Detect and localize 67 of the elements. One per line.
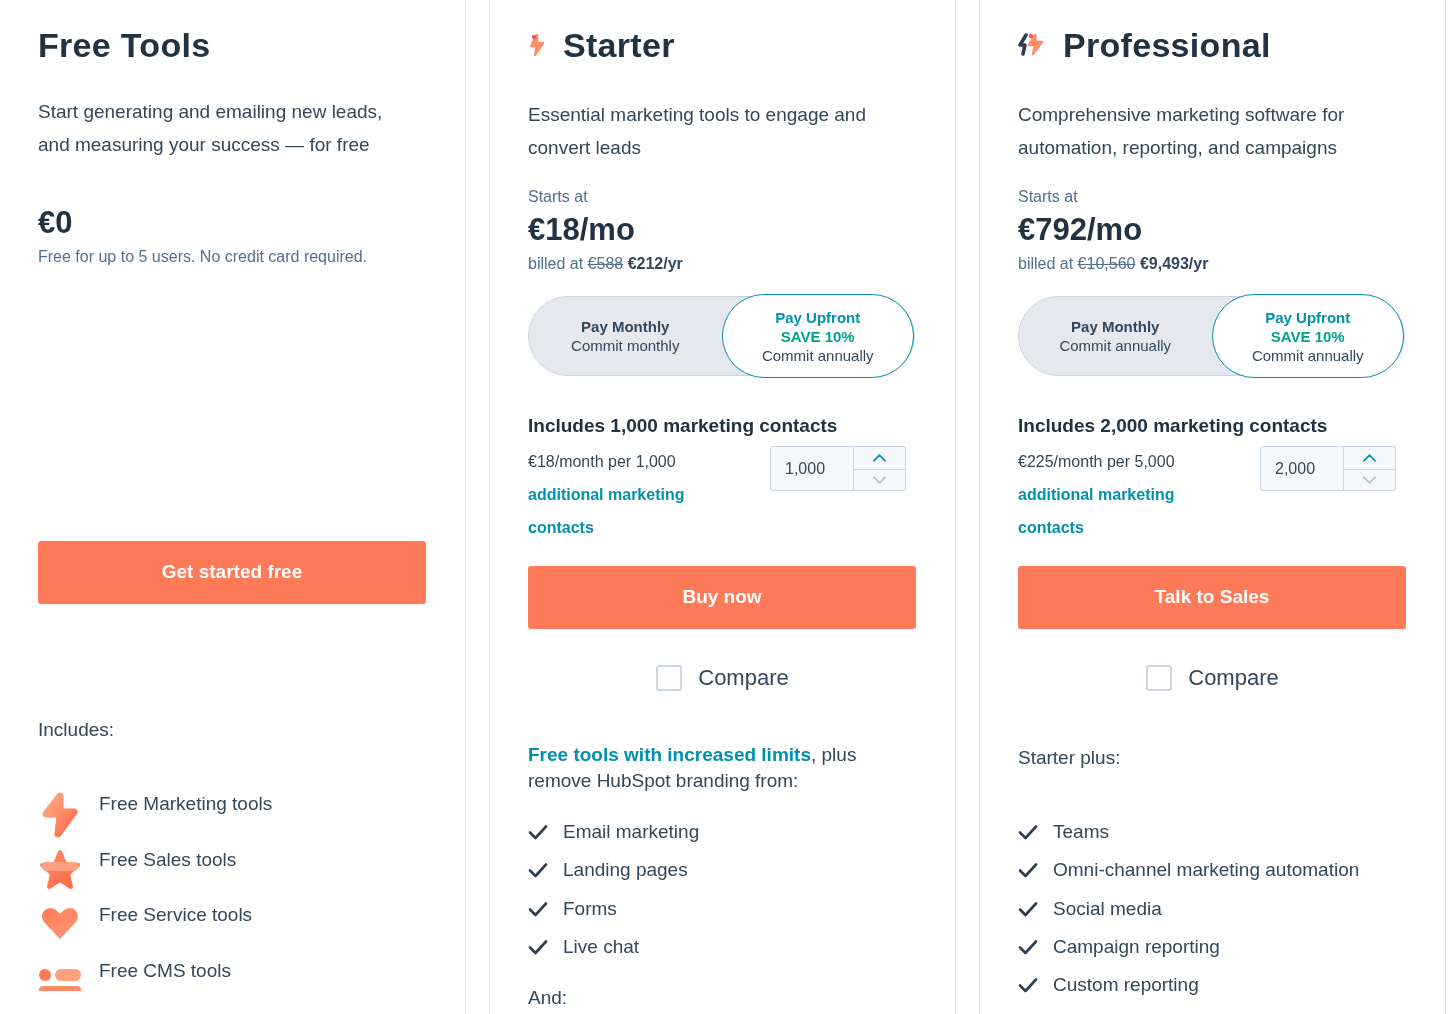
contacts-link[interactable]: additional marketing contacts [528, 478, 743, 544]
check-icon [528, 900, 548, 917]
starts-at-label: Starts at [1018, 188, 1078, 205]
sprocket-pair-icon [1018, 33, 1046, 57]
plan-description: Comprehensive marketing software for automation, reporting, and campaigns [1018, 103, 1346, 160]
feature-item: Landing pages [563, 858, 688, 883]
plan-description: Essential marketing tools to engage and convert leads [528, 103, 867, 160]
check-icon [1018, 977, 1038, 994]
contacts-input[interactable]: 1,000 [770, 446, 854, 491]
feature-item: Free Sales tools [99, 847, 237, 872]
feature-item: Free Service tools [99, 903, 253, 927]
check-icon [1018, 900, 1038, 917]
contacts-rate: €18/month per 1,000 [528, 452, 676, 472]
plan-price: €0 [38, 203, 73, 242]
check-icon [528, 824, 548, 841]
features-heading: Starter plus: [1018, 746, 1122, 770]
contacts-heading: Includes 2,000 marketing contacts [1018, 414, 1329, 438]
feature-item: Campaign reporting [1053, 935, 1220, 960]
billing-option[interactable]: Pay Upfront SAVE 10% Commit annually [721, 294, 914, 378]
price-note: Free for up to 5 users. No credit card required. [38, 247, 368, 265]
starts-at-label: Starts at [528, 188, 588, 205]
chevron-up-icon [873, 454, 886, 462]
features-footer: And: [528, 986, 917, 1011]
feature-item: Free CMS tools [99, 958, 231, 983]
billing-note: billed at €588 €212/yr [528, 254, 683, 274]
star-icon [38, 847, 82, 892]
shapes-icon [38, 966, 82, 991]
features-heading: Includes: [38, 718, 116, 742]
plan-description: Start generating and emailing new leads, and measuring your success — for free [38, 99, 384, 157]
compare-label[interactable]: Compare [698, 665, 789, 691]
limits-link[interactable]: Free tools with increased limits [528, 744, 811, 765]
feature-item: Omni-channel marketing automation [1053, 858, 1360, 883]
chevron-up-icon [1363, 454, 1376, 462]
sprocket-icon [528, 34, 546, 56]
billing-option[interactable]: Pay Monthly Commit annually [1019, 294, 1212, 378]
check-icon [528, 939, 548, 956]
billing-option[interactable]: Pay Monthly Commit monthly [529, 294, 722, 378]
compare-checkbox[interactable] [1146, 665, 1173, 691]
chevron-down-icon [1363, 476, 1376, 484]
increment-button[interactable] [1344, 446, 1396, 469]
increment-button[interactable] [854, 446, 906, 469]
feature-item: Teams [1053, 820, 1109, 845]
check-icon [528, 862, 548, 879]
check-icon [1018, 824, 1038, 841]
features-intro: Free tools with increased limits, plus remove HubSpot branding from: [528, 743, 858, 793]
feature-item: Forms [563, 896, 617, 921]
feature-item: Custom reporting [1053, 973, 1199, 998]
check-icon [1018, 862, 1038, 879]
billing-note: billed at €10,560 €9,493/yr [1018, 254, 1209, 274]
plan-price: €792/mo [1018, 211, 1143, 249]
contacts-link[interactable]: additional marketing contacts [1018, 478, 1233, 544]
contacts-heading: Includes 1,000 marketing contacts [528, 414, 839, 438]
feature-item: Email marketing [563, 820, 700, 845]
contacts-input[interactable]: 2,000 [1260, 446, 1344, 491]
plan-title: Free Tools [38, 25, 211, 65]
feature-item: Social media [1053, 896, 1162, 921]
compare-checkbox[interactable] [656, 665, 683, 691]
plan-title: Professional [1063, 25, 1271, 65]
chevron-down-icon [873, 476, 886, 484]
compare-label[interactable]: Compare [1188, 665, 1279, 691]
feature-item: Free Marketing tools [99, 792, 273, 816]
plan-price: €18/mo [528, 211, 635, 249]
plan-title: Starter [563, 25, 675, 65]
billing-option[interactable]: Pay Upfront SAVE 10% Commit annually [1211, 294, 1404, 378]
check-icon [1018, 939, 1038, 956]
feature-item: Live chat [563, 935, 640, 960]
contacts-rate: €225/month per 5,000 [1018, 452, 1175, 472]
